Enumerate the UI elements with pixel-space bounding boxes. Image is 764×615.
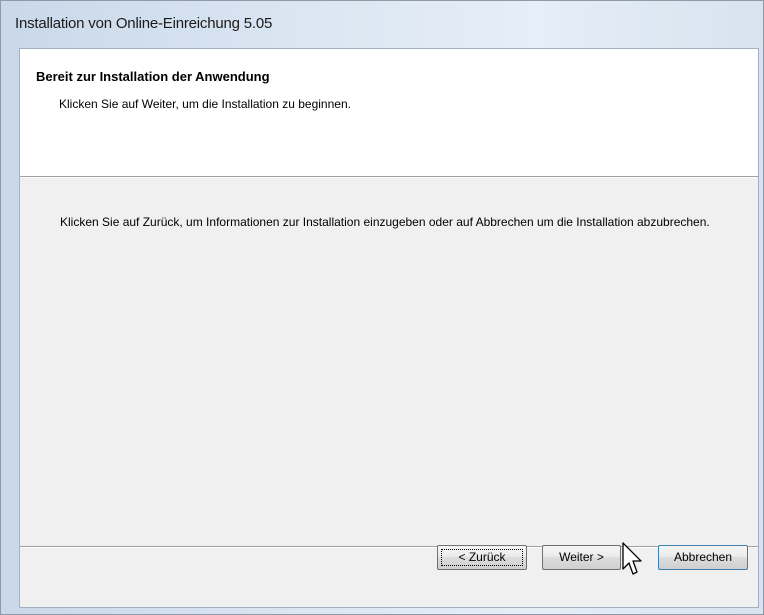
button-separator <box>20 546 758 548</box>
cancel-button-label: Abbrechen <box>673 550 733 564</box>
back-button[interactable]: < Zurück <box>437 545 527 570</box>
installer-window: Installation von Online-Einreichung 5.05… <box>0 0 764 615</box>
cancel-button[interactable]: Abbrechen <box>658 545 748 570</box>
arrow-cursor-icon <box>622 542 642 575</box>
instruction-text: Klicken Sie auf Zurück, um Informationen… <box>60 215 710 229</box>
page-subtitle: Klicken Sie auf Weiter, um die Installat… <box>59 97 351 111</box>
header-panel: Bereit zur Installation der Anwendung Kl… <box>20 49 758 178</box>
next-button-label: Weiter > <box>559 550 604 564</box>
title-bar[interactable]: Installation von Online-Einreichung 5.05 <box>1 1 763 47</box>
next-button[interactable]: Weiter > <box>542 545 621 570</box>
focus-rectangle <box>441 549 523 566</box>
page-title: Bereit zur Installation der Anwendung <box>36 69 270 84</box>
window-title: Installation von Online-Einreichung 5.05 <box>15 15 273 32</box>
dialog-client-area: Bereit zur Installation der Anwendung Kl… <box>19 48 759 608</box>
